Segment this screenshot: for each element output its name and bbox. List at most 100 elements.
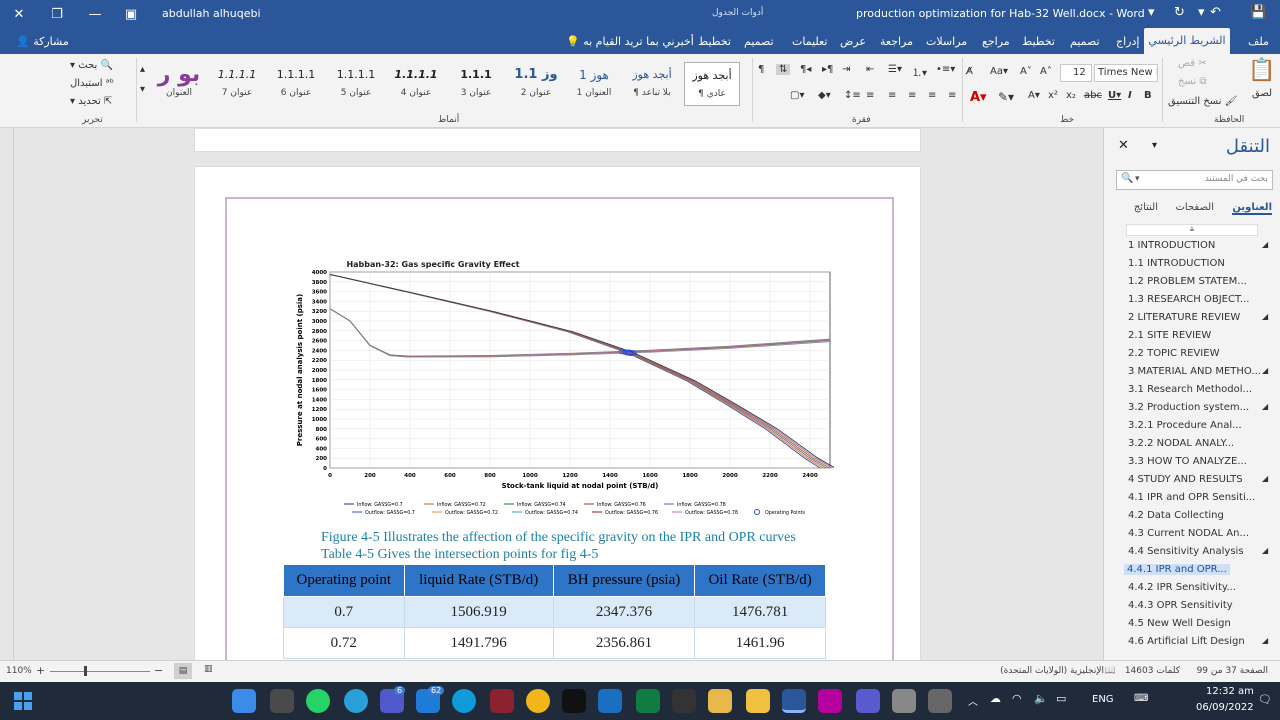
tab-file[interactable]: ملف bbox=[1248, 35, 1269, 48]
bold-icon[interactable]: B bbox=[1144, 90, 1152, 101]
grow-font-icon[interactable]: A˄ bbox=[1040, 66, 1052, 77]
tab-headings[interactable]: العناوين bbox=[1232, 202, 1272, 215]
start-icon[interactable] bbox=[14, 692, 32, 710]
select-button[interactable]: ▾ تحديد ⇱ bbox=[70, 96, 112, 107]
align-left-icon[interactable]: ≡ bbox=[928, 90, 936, 101]
nav-heading-item[interactable]: 4.3 Current NODAL An... bbox=[1128, 528, 1249, 539]
navigation-search[interactable]: ▾ 🔍 بحث في المستند bbox=[1116, 170, 1273, 190]
nav-heading-item[interactable]: 4.4 Sensitivity Analysis bbox=[1128, 546, 1244, 557]
justify-icon[interactable]: ≡ bbox=[866, 90, 874, 101]
undo-dropdown-icon[interactable]: ▾ bbox=[1198, 5, 1205, 20]
close-pane-icon[interactable]: ✕ bbox=[1118, 138, 1129, 153]
volume-icon[interactable]: 🔈 bbox=[1034, 692, 1048, 705]
tiktok-icon[interactable] bbox=[562, 689, 586, 713]
style-item[interactable]: بو ر العنوان bbox=[152, 62, 206, 106]
table-cell[interactable]: 2356.861 bbox=[552, 627, 696, 659]
style-item[interactable]: 1 هوز العنوان 1 bbox=[568, 62, 620, 106]
expand-icon[interactable]: ◢ bbox=[1262, 366, 1268, 375]
line-spacing-icon[interactable]: ↕≡ bbox=[844, 90, 861, 101]
style-item[interactable]: 1.1.1 عنوان 3 bbox=[448, 62, 504, 106]
bullets-icon[interactable]: •≡▾ bbox=[936, 64, 955, 75]
collapse-all-icon[interactable]: ⩮ bbox=[1126, 224, 1258, 236]
undo-icon[interactable]: ↶ bbox=[1210, 5, 1221, 20]
expand-icon[interactable]: ◢ bbox=[1262, 312, 1268, 321]
nav-heading-item[interactable]: 3.3 HOW TO ANALYZE... bbox=[1128, 456, 1247, 467]
paste-icon[interactable]: 📋 bbox=[1248, 58, 1275, 83]
style-item[interactable]: أبجد هوز ¶ بلا تباعد bbox=[624, 62, 680, 106]
customize-quick-access-icon[interactable]: ▾ bbox=[1148, 5, 1155, 20]
excel-icon[interactable] bbox=[636, 689, 660, 713]
app-icon[interactable] bbox=[490, 689, 514, 713]
app-icon[interactable] bbox=[818, 689, 842, 713]
sort-icon[interactable]: ⇅ bbox=[776, 64, 791, 75]
nav-heading-item[interactable]: 2 LITERATURE REVIEW bbox=[1128, 312, 1240, 323]
shading-icon[interactable]: ◆▾ bbox=[818, 90, 831, 101]
highlight-icon[interactable]: ✎▾ bbox=[998, 90, 1014, 104]
zoom-level[interactable]: 110% bbox=[6, 666, 32, 676]
expand-icon[interactable]: ◢ bbox=[1262, 636, 1268, 645]
notification-icon[interactable]: 🗨 bbox=[1258, 693, 1272, 706]
share-button[interactable]: 👤 مشاركة bbox=[16, 35, 69, 48]
nav-heading-item[interactable]: 3 MATERIAL AND METHO... bbox=[1128, 366, 1261, 377]
table-cell[interactable]: 1491.796 bbox=[403, 627, 554, 659]
calculator-icon[interactable] bbox=[892, 689, 916, 713]
change-case-icon[interactable]: Aa▾ bbox=[990, 66, 1008, 77]
print-layout-icon[interactable]: ▤ bbox=[174, 663, 192, 679]
edge-icon[interactable] bbox=[452, 689, 476, 713]
nav-heading-item[interactable]: 1.2 PROBLEM STATEM... bbox=[1128, 276, 1247, 287]
tab-table-design[interactable]: تصميم bbox=[744, 35, 774, 48]
user-name[interactable]: abdullah alhuqebi bbox=[162, 7, 261, 20]
table-cell[interactable]: 1461.96 bbox=[694, 627, 826, 659]
wifi-icon[interactable]: ◠ bbox=[1012, 692, 1022, 705]
nav-heading-item[interactable]: 3.2.1 Procedure Anal... bbox=[1128, 420, 1242, 431]
tab-review[interactable]: مراجعة bbox=[880, 35, 913, 48]
table-cell[interactable]: 0.72 bbox=[283, 627, 405, 659]
pane-options-icon[interactable]: ▾ bbox=[1152, 140, 1157, 151]
text-effects-icon[interactable]: A▾ bbox=[1028, 90, 1040, 101]
tab-table-layout[interactable]: تخطيط bbox=[698, 35, 731, 48]
telegram-icon[interactable] bbox=[344, 689, 368, 713]
repeat-icon[interactable]: ↻ bbox=[1174, 5, 1185, 20]
app-icon[interactable] bbox=[598, 689, 622, 713]
expand-icon[interactable]: ◢ bbox=[1262, 402, 1268, 411]
font-size-select[interactable]: 12 bbox=[1060, 64, 1092, 82]
zoom-thumb[interactable] bbox=[84, 666, 87, 676]
show-marks-icon[interactable]: ¶ bbox=[758, 64, 764, 75]
restore-icon[interactable]: ❐ bbox=[38, 0, 76, 28]
tab-view[interactable]: عرض bbox=[840, 35, 866, 48]
proofing-icon[interactable]: 📖 bbox=[1105, 666, 1116, 676]
table-cell[interactable]: 2347.376 bbox=[552, 596, 696, 628]
styles-scroll-down-icon[interactable]: ▾ bbox=[140, 84, 145, 95]
nav-heading-item[interactable]: 4.1 IPR and OPR Sensiti... bbox=[1128, 492, 1255, 503]
nav-heading-item[interactable]: 4.4.1 IPR and OPR... bbox=[1124, 564, 1230, 575]
save-icon[interactable]: 💾 bbox=[1250, 5, 1266, 20]
expand-icon[interactable]: ◢ bbox=[1262, 474, 1268, 483]
subscript-icon[interactable]: x₂ bbox=[1066, 90, 1076, 101]
battery-icon[interactable]: ▭ bbox=[1056, 692, 1066, 705]
style-item[interactable]: 1.1 وز عنوان 2 bbox=[508, 62, 564, 106]
tab-mailings[interactable]: مراسلات bbox=[926, 35, 967, 48]
font-color-icon[interactable]: A▾ bbox=[970, 90, 987, 105]
paste-button[interactable]: لصق bbox=[1252, 88, 1272, 99]
nav-heading-item[interactable]: 2.2 TOPIC REVIEW bbox=[1128, 348, 1219, 359]
tab-references[interactable]: مراجع bbox=[982, 35, 1010, 48]
find-button[interactable]: ▾ بحث 🔍 bbox=[70, 60, 113, 71]
page-count[interactable]: الصفحة 37 من 99 bbox=[1197, 666, 1268, 676]
increase-indent-icon[interactable]: ⇥ bbox=[842, 64, 850, 75]
nav-heading-item[interactable]: 4.6 Artificial Lift Design bbox=[1128, 636, 1245, 647]
style-item[interactable]: 1.1.1.1 عنوان 4 bbox=[388, 62, 444, 106]
app-icon[interactable] bbox=[856, 689, 880, 713]
nav-heading-item[interactable]: 1.3 RESEARCH OBJECT... bbox=[1128, 294, 1249, 305]
chrome-icon[interactable] bbox=[526, 689, 550, 713]
nav-heading-item[interactable]: 4.4.2 IPR Sensitivity... bbox=[1128, 582, 1236, 593]
settings-icon[interactable] bbox=[928, 689, 952, 713]
ribbon-display-icon[interactable]: ▣ bbox=[112, 0, 150, 28]
font-family-select[interactable]: Times New Ro bbox=[1094, 64, 1158, 82]
nav-heading-item[interactable]: 3.1 Research Methodol... bbox=[1128, 384, 1252, 395]
clock-time[interactable]: 12:32 am bbox=[1206, 686, 1254, 697]
zoom-slider[interactable] bbox=[50, 671, 150, 672]
word-count[interactable]: 14603 كلمات bbox=[1125, 666, 1180, 676]
copy-button[interactable]: نسخ ⧉ bbox=[1178, 76, 1207, 87]
style-item[interactable]: أبجد هوز ¶ عادي bbox=[684, 62, 740, 106]
strikethrough-icon[interactable]: a̶b̶c̶ bbox=[1084, 90, 1102, 101]
